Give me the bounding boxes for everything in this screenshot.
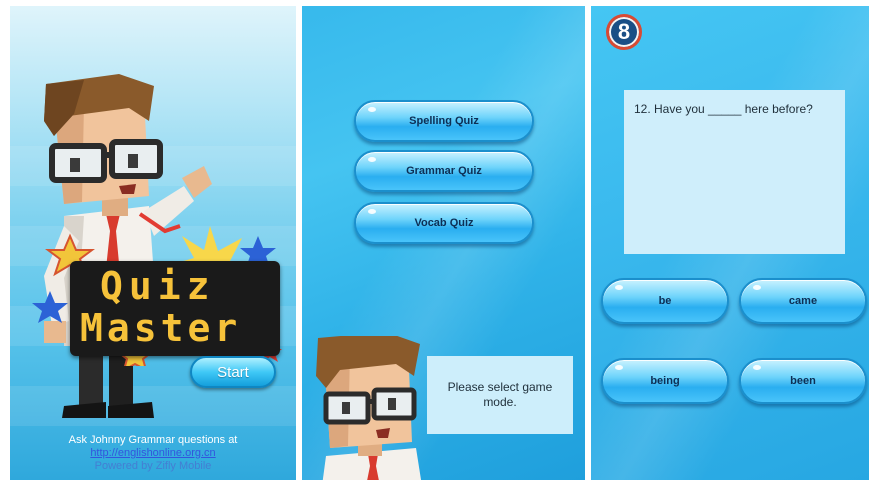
timer-badge: 8 (606, 14, 642, 50)
question-screen: 8 12. Have you _____ here before? be cam… (591, 6, 869, 480)
answer-button-came[interactable]: came (739, 278, 867, 324)
mode-prompt-box: Please select game mode. (427, 356, 573, 434)
question-text: 12. Have you _____ here before? (634, 102, 813, 116)
footer-text: Ask Johnny Grammar questions at (68, 434, 238, 446)
grammar-quiz-button[interactable]: Grammar Quiz (354, 150, 534, 192)
start-button[interactable]: Start (190, 356, 276, 388)
answer-button-been[interactable]: been (739, 358, 867, 404)
logo-line-1: Quiz (100, 264, 216, 308)
question-box: 12. Have you _____ here before? (624, 90, 845, 254)
mode-select-screen: Spelling Quiz Grammar Quiz Vocab Quiz Pl… (302, 6, 585, 480)
splash-screen: Quiz Master Start Ask Johnny Grammar que… (10, 6, 296, 480)
footer-link[interactable]: http://englishonline.org.cn (10, 447, 296, 459)
logo-line-2: Master (80, 306, 242, 350)
quiz-master-logo: Quiz Master (70, 261, 280, 356)
timer-value: 8 (617, 19, 631, 44)
footer-powered-by: Powered by Zifly Mobile (94, 460, 212, 472)
johnny-grammar-bust (316, 336, 422, 480)
answer-button-be[interactable]: be (601, 278, 729, 324)
answer-button-being[interactable]: being (601, 358, 729, 404)
spelling-quiz-button[interactable]: Spelling Quiz (354, 100, 534, 142)
mode-prompt-text: Please select game mode. (447, 380, 553, 409)
vocab-quiz-button[interactable]: Vocab Quiz (354, 202, 534, 244)
